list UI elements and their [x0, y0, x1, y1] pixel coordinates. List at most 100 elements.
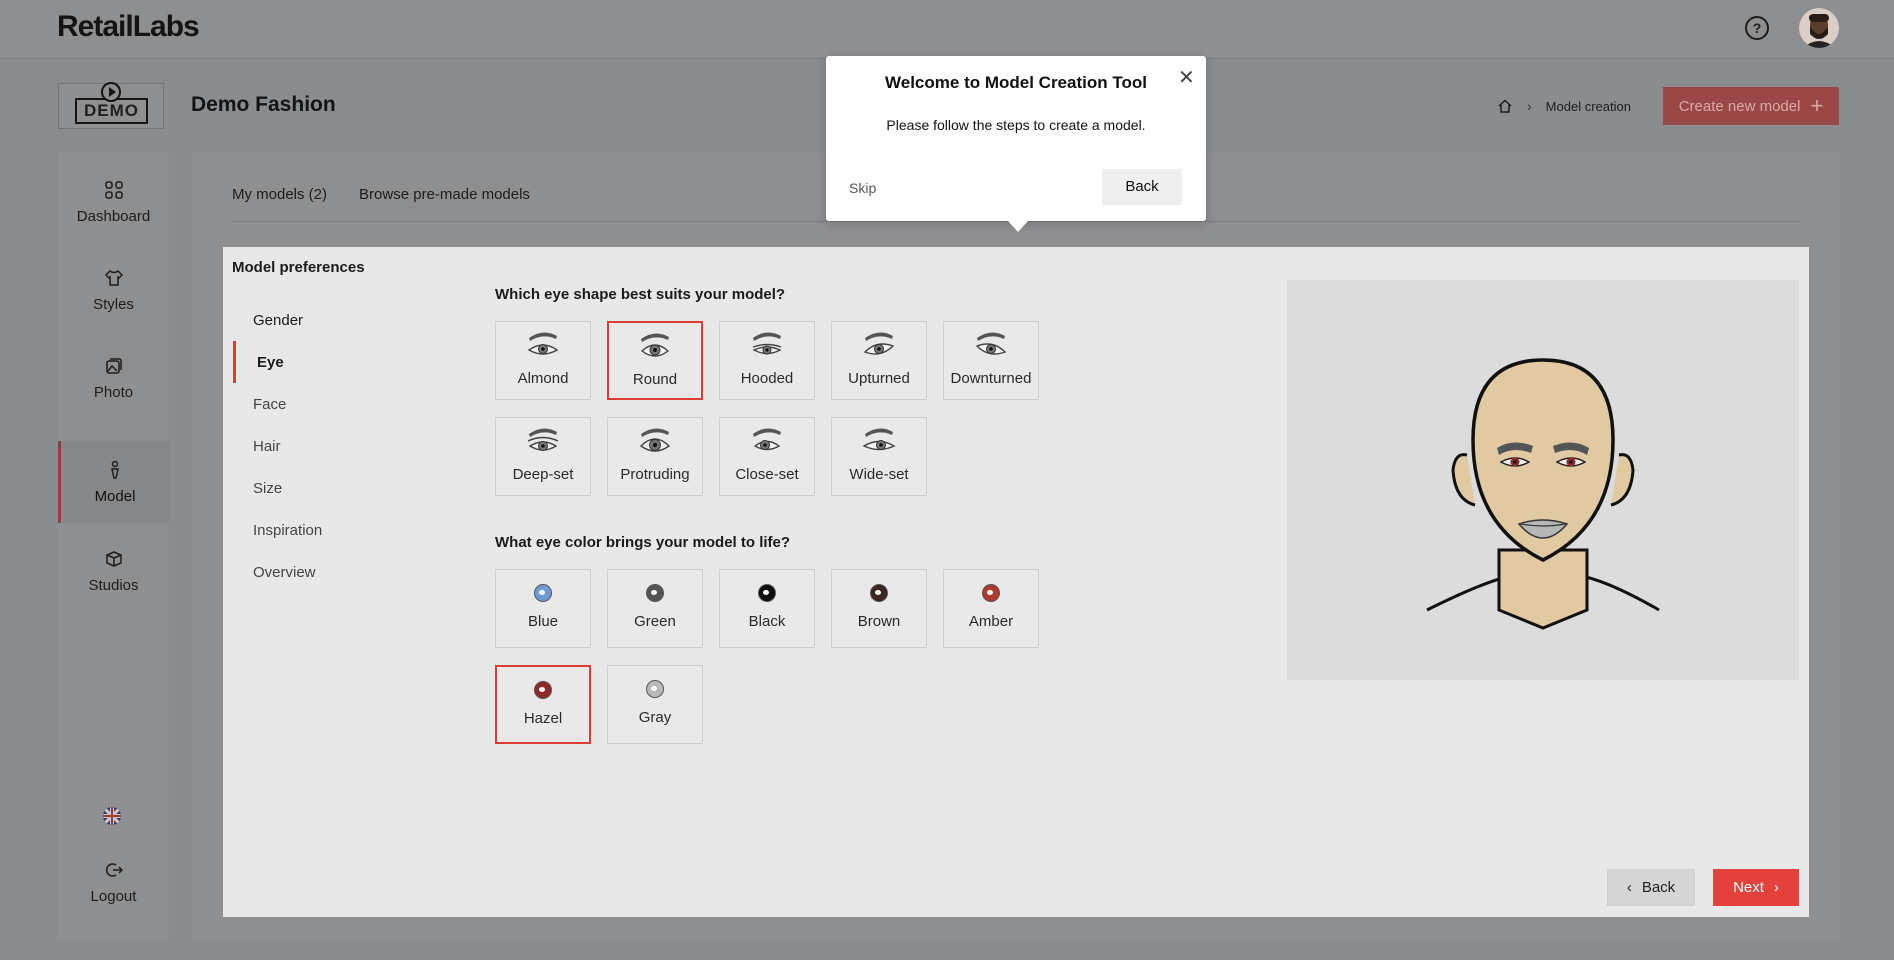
language-flag-icon[interactable] [103, 807, 121, 825]
eye-color-question: What eye color brings your model to life… [495, 534, 791, 551]
eye-shape-question: Which eye shape best suits your model? [495, 286, 786, 303]
option-label: Gray [638, 709, 672, 726]
step-gender[interactable]: Gender [233, 299, 463, 341]
option-label: Upturned [848, 370, 910, 387]
chevron-right-icon: › [1527, 98, 1532, 114]
eye-shape-option-deep-set[interactable]: Deep-set [495, 417, 591, 496]
back-button-label: Back [1641, 879, 1676, 896]
logout-label: Logout [90, 887, 137, 905]
sidebar-item-styles[interactable]: Styles [58, 249, 169, 331]
color-swatch-icon [982, 584, 1000, 602]
option-label: Downturned [950, 370, 1032, 387]
sidebar-item-label: Dashboard [76, 207, 151, 225]
step-face[interactable]: Face [233, 383, 463, 425]
option-label: Amber [968, 613, 1014, 630]
color-swatch-icon [534, 681, 552, 699]
sidebar-item-dashboard[interactable]: Dashboard [58, 161, 169, 243]
sidebar-item-photo[interactable]: Photo [58, 337, 169, 419]
sidebar-item-model[interactable]: Model [58, 441, 169, 523]
top-bar: RetailLabs ? [0, 0, 1894, 59]
person-icon [111, 460, 119, 479]
option-label: Green [634, 613, 676, 630]
org-name: Demo Fashion [191, 93, 336, 116]
tabs: My models (2) Browse pre-made models [232, 186, 530, 203]
tab-premade-models[interactable]: Browse pre-made models [359, 186, 530, 203]
step-size[interactable]: Size [233, 467, 463, 509]
color-swatch-icon [870, 584, 888, 602]
eye-color-option-black[interactable]: Black [719, 569, 815, 648]
onboarding-popover: Welcome to Model Creation Tool ✕ Please … [826, 56, 1206, 232]
photo-icon [105, 357, 122, 374]
eye-shape-option-downturned[interactable]: Downturned [943, 321, 1039, 400]
color-swatch-icon [534, 584, 552, 602]
logout-button[interactable]: Logout [58, 841, 169, 923]
play-icon [101, 82, 121, 102]
eye-shape-option-wide-set[interactable]: Wide-set [831, 417, 927, 496]
eye-shape-icon [527, 332, 559, 355]
box-icon [105, 550, 122, 567]
sidebar-item-label: Model [94, 487, 136, 505]
plus-icon: + [1810, 93, 1824, 118]
eye-color-option-gray[interactable]: Gray [607, 665, 703, 744]
option-label: Wide-set [849, 466, 909, 483]
step-eye[interactable]: Eye [233, 341, 463, 383]
eye-shape-icon [527, 428, 559, 451]
tab-my-models[interactable]: My models (2) [232, 186, 327, 203]
close-icon[interactable]: ✕ [1178, 68, 1195, 88]
eye-color-option-hazel[interactable]: Hazel [495, 665, 591, 744]
card-title: Model preferences [232, 259, 365, 276]
model-face-illustration [1426, 358, 1660, 630]
home-icon[interactable] [1497, 98, 1513, 114]
sidebar-item-label: Studios [88, 576, 139, 594]
eye-shape-icon [639, 428, 671, 452]
eye-shape-option-almond[interactable]: Almond [495, 321, 591, 400]
option-label: Blue [527, 613, 559, 630]
breadcrumb: › Model creation [1497, 95, 1631, 117]
popover-title: Welcome to Model Creation Tool [885, 73, 1147, 92]
user-avatar[interactable] [1799, 8, 1839, 48]
step-hair[interactable]: Hair [233, 425, 463, 467]
eye-shape-option-round[interactable]: Round [607, 321, 703, 400]
sidebar: Dashboard Styles Photo Model Studios Log… [58, 153, 169, 939]
eye-shape-icon [862, 428, 896, 451]
eye-color-option-blue[interactable]: Blue [495, 569, 591, 648]
option-label: Hazel [523, 710, 563, 727]
sidebar-item-label: Photo [93, 383, 134, 401]
color-swatch-icon [646, 680, 664, 698]
eye-shape-option-hooded[interactable]: Hooded [719, 321, 815, 400]
eye-color-option-brown[interactable]: Brown [831, 569, 927, 648]
option-label: Close-set [735, 466, 799, 483]
step-overview[interactable]: Overview [233, 551, 463, 593]
eye-shape-icon [640, 333, 670, 357]
eye-shape-option-protruding[interactable]: Protruding [607, 417, 703, 496]
help-icon[interactable]: ? [1745, 16, 1769, 40]
popover-text: Please follow the steps to create a mode… [886, 117, 1146, 133]
color-swatch-icon [646, 584, 664, 602]
sidebar-item-label: Styles [93, 295, 134, 313]
shirt-icon [104, 269, 123, 286]
option-label: Brown [857, 613, 901, 630]
eye-shape-icon [752, 332, 782, 355]
option-label: Deep-set [512, 466, 574, 483]
step-inspiration[interactable]: Inspiration [233, 509, 463, 551]
option-label: Hooded [740, 370, 794, 387]
popover-back-button[interactable]: Back [1102, 169, 1182, 205]
chevron-left-icon: ‹ [1626, 879, 1632, 896]
back-button[interactable]: ‹ Back [1607, 869, 1695, 906]
eye-color-option-amber[interactable]: Amber [943, 569, 1039, 648]
eye-shape-icon [975, 332, 1007, 355]
brand-logo[interactable]: RetailLabs [57, 10, 200, 44]
color-swatch-icon [758, 584, 776, 602]
sidebar-item-studios[interactable]: Studios [58, 530, 169, 612]
eye-shape-option-close-set[interactable]: Close-set [719, 417, 815, 496]
create-new-model-button[interactable]: Create new model + [1663, 87, 1839, 125]
next-button-label: Next [1733, 879, 1764, 896]
skip-button[interactable]: Skip [849, 180, 876, 196]
next-button[interactable]: Next › [1713, 869, 1799, 906]
eye-color-option-green[interactable]: Green [607, 569, 703, 648]
chevron-right-icon: › [1773, 879, 1779, 896]
option-label: Black [748, 613, 786, 630]
eye-shape-option-upturned[interactable]: Upturned [831, 321, 927, 400]
create-new-model-label: Create new model [1678, 97, 1801, 115]
org-logo: DEMO [58, 82, 164, 129]
